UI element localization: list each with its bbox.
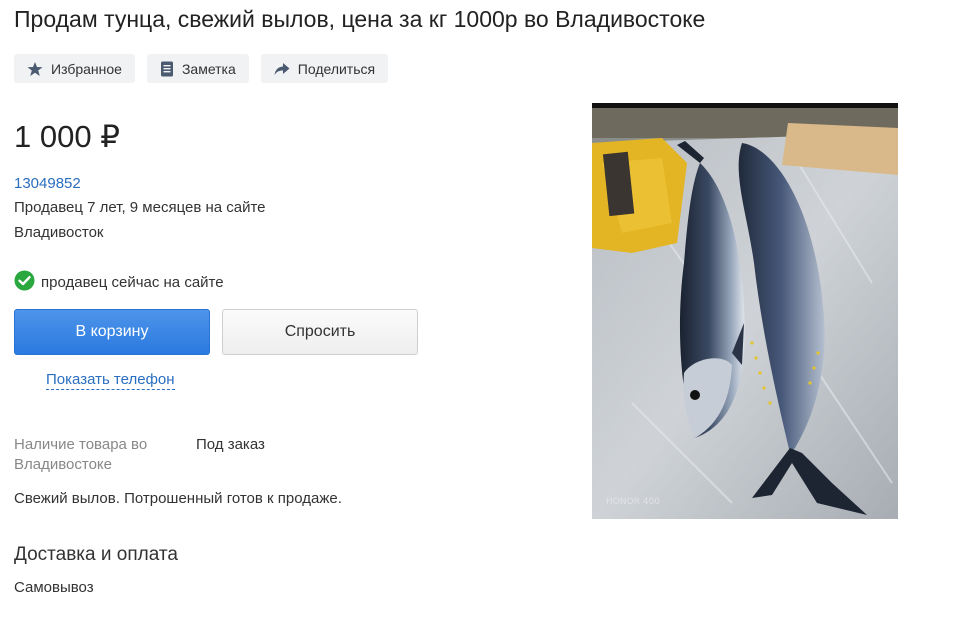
- delivery-heading: Доставка и оплата: [14, 544, 178, 565]
- seller-online-status: продавец сейчас на сайте: [14, 270, 224, 295]
- share-icon: [274, 62, 290, 76]
- online-text: продавец сейчас на сайте: [41, 274, 224, 291]
- share-label: Поделиться: [297, 60, 376, 77]
- availability-value: Под заказ: [196, 436, 265, 453]
- note-icon: [160, 61, 174, 77]
- note-label: Заметка: [181, 60, 236, 77]
- favorites-label: Избранное: [51, 60, 122, 77]
- star-icon: [27, 61, 43, 77]
- seller-city: Владивосток: [14, 224, 104, 241]
- price: 1 000 ₽: [14, 119, 120, 154]
- tuna-photo-illustration: HONOR 400: [592, 103, 898, 519]
- delivery-value: Самовывоз: [14, 579, 94, 596]
- ask-seller-button[interactable]: Спросить: [222, 309, 418, 355]
- note-button[interactable]: Заметка: [146, 54, 249, 83]
- action-bar: Избранное Заметка Поделиться: [14, 54, 389, 83]
- listing-description: Свежий вылов. Потрошенный готов к продаж…: [14, 490, 342, 507]
- seller-id-link[interactable]: 13049852: [14, 175, 81, 192]
- seller-tenure: Продавец 7 лет, 9 месяцев на сайте: [14, 199, 266, 216]
- product-photo[interactable]: HONOR 400: [592, 103, 898, 519]
- listing-title: Продам тунца, свежий вылов, цена за кг 1…: [14, 6, 706, 32]
- add-to-cart-button[interactable]: В корзину: [14, 309, 210, 355]
- share-button[interactable]: Поделиться: [260, 54, 389, 83]
- favorites-button[interactable]: Избранное: [14, 54, 135, 83]
- check-circle-icon: [14, 270, 35, 295]
- availability-label: Наличие товара во Владивостоке: [14, 436, 148, 473]
- show-phone-link[interactable]: Показать телефон: [46, 371, 175, 390]
- photo-watermark: HONOR 400: [606, 497, 660, 507]
